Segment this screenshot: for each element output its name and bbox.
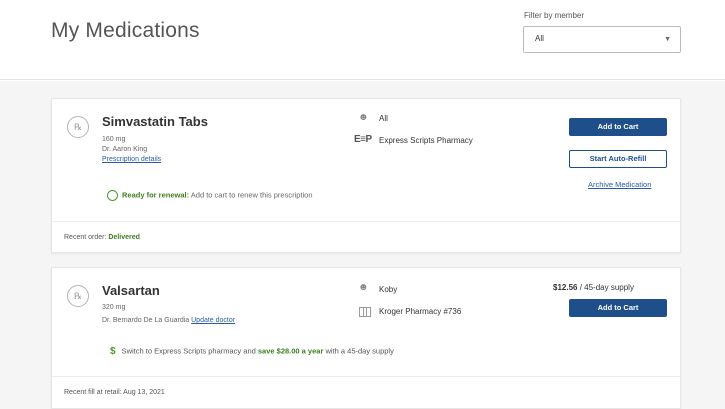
dollar-icon: $	[110, 346, 116, 357]
express-scripts-logo: E≡P	[354, 134, 372, 145]
price-per-supply: $12.56 / 45-day supply	[553, 283, 634, 292]
person-icon: ☻	[358, 282, 369, 293]
store-icon	[359, 307, 371, 317]
medication-dose: 160 mg	[102, 136, 126, 143]
medication-name: Simvastatin Tabs	[102, 114, 208, 129]
price: $12.56	[553, 283, 578, 292]
medication-card: ℞ Valsartan 320 mg Dr. Bernardo De La Gu…	[51, 267, 682, 409]
start-auto-refill-button[interactable]: Start Auto-Refill	[569, 150, 667, 168]
rx-icon: ℞	[67, 116, 89, 138]
filter-selected-value: All	[535, 34, 544, 43]
pharmacy-name: Express Scripts Pharmacy	[379, 136, 473, 145]
medication-name: Valsartan	[102, 283, 160, 298]
supply-duration: / 45-day supply	[579, 283, 634, 292]
update-doctor-link[interactable]: Update doctor	[191, 317, 235, 324]
chevron-down-icon: ▼	[664, 36, 671, 43]
savings-pre: Switch to Express Scripts pharmacy and	[121, 346, 256, 356]
savings-amount: save $28.00 a year	[257, 346, 324, 356]
card-divider	[52, 376, 682, 377]
filter-label: Filter by member	[524, 11, 585, 20]
medication-card: ℞ Simvastatin Tabs 160 mg Dr. Aaron King…	[51, 98, 682, 253]
page-title: My Medications	[51, 19, 200, 42]
pharmacy-name: Kroger Pharmacy #736	[379, 307, 462, 316]
refresh-icon	[107, 190, 118, 201]
medication-doctor: Dr. Aaron King	[102, 146, 148, 153]
add-to-cart-button[interactable]: Add to Cart	[569, 118, 667, 136]
medication-dose: 320 mg	[102, 304, 126, 311]
savings-notice: $ Switch to Express Scripts pharmacy and …	[110, 346, 394, 357]
add-to-cart-button[interactable]: Add to Cart	[569, 299, 667, 317]
medications-list: ℞ Simvastatin Tabs 160 mg Dr. Aaron King…	[0, 81, 725, 409]
archive-medication-link[interactable]: Archive Medication	[588, 180, 651, 189]
recent-fill-date: Aug 13, 2021	[123, 389, 165, 396]
savings-post: with a 45-day supply	[325, 346, 394, 356]
recent-fill: Recent fill at retail: Aug 13, 2021	[64, 389, 165, 396]
prescription-details-link[interactable]: Prescription details	[102, 156, 161, 163]
card-divider	[52, 221, 682, 222]
renewal-notice: Ready for renewal: Add to cart to renew …	[107, 190, 313, 201]
recent-fill-label: Recent fill at retail:	[64, 389, 122, 396]
renewal-text: Add to cart to renew this prescription	[190, 190, 313, 200]
rx-icon: ℞	[67, 285, 89, 307]
member-filter-select[interactable]: All ▼	[523, 26, 681, 53]
recent-order-label: Recent order:	[64, 234, 107, 241]
recent-order: Recent order: Delivered	[64, 234, 140, 241]
renewal-status: Ready for renewal:	[122, 190, 190, 200]
page-header: My Medications Filter by member All ▼	[0, 0, 725, 80]
person-icon: ☻	[358, 112, 369, 123]
medication-doctor: Dr. Bernardo De La Guardia	[102, 317, 190, 324]
medication-doctor-line: Dr. Bernardo De La Guardia Update doctor	[102, 317, 235, 324]
member-name: All	[379, 114, 388, 123]
recent-order-status: Delivered	[108, 234, 140, 241]
member-name: Koby	[379, 285, 398, 294]
